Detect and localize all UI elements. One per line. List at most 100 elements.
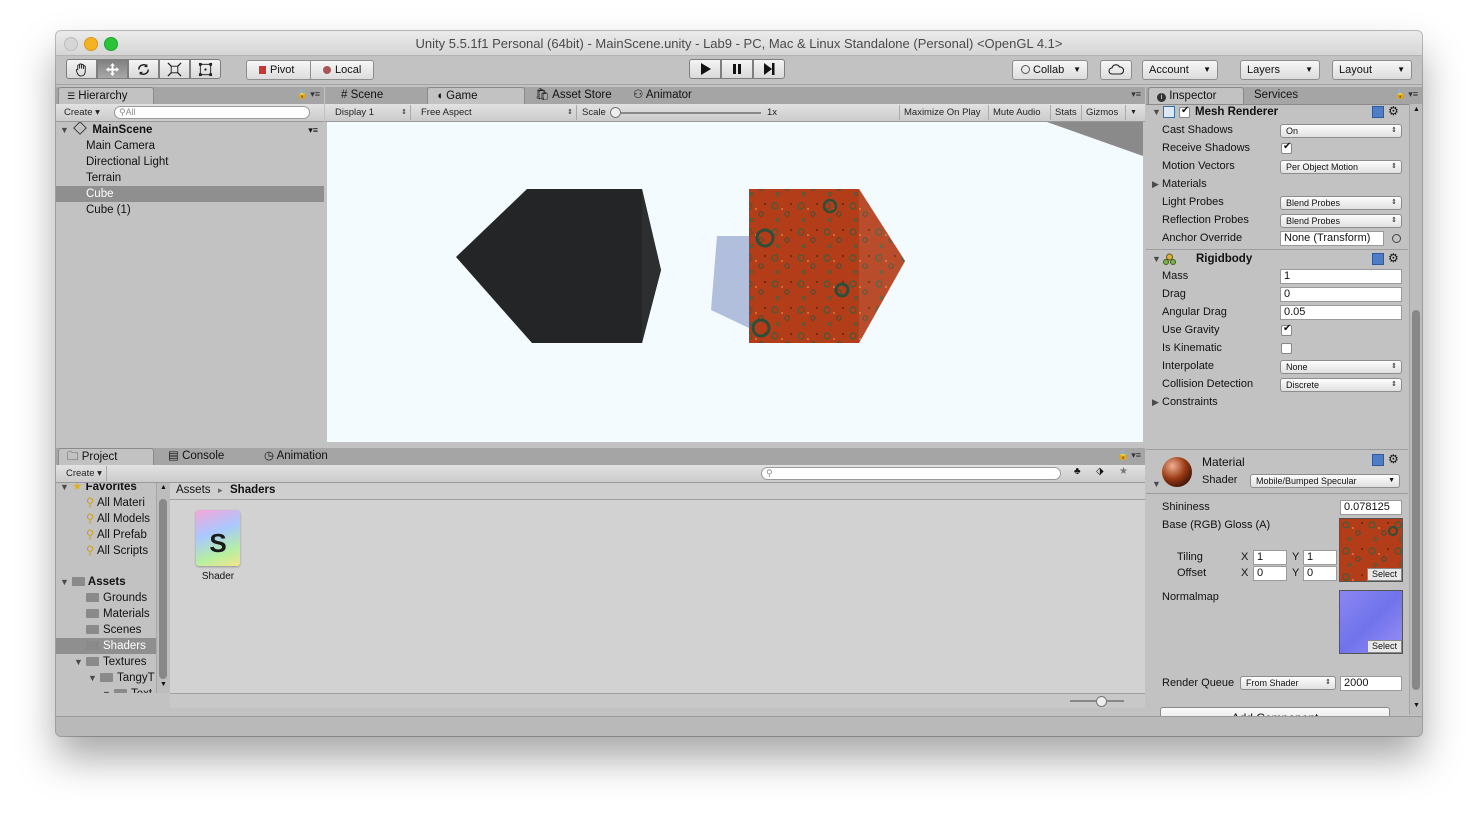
- favorite-item[interactable]: ⚲ All Materi: [86, 495, 156, 511]
- hand-tool-button[interactable]: [66, 59, 97, 79]
- rotate-tool-button[interactable]: [128, 59, 159, 79]
- gear-icon[interactable]: ⚙: [1388, 452, 1399, 466]
- local-toggle[interactable]: Local: [310, 60, 374, 80]
- maximize-on-play-toggle[interactable]: Maximize On Play: [899, 105, 985, 120]
- property-checkbox[interactable]: [1281, 343, 1292, 354]
- stats-toggle[interactable]: Stats: [1050, 105, 1081, 120]
- tab-animator[interactable]: ⚇ Animator: [625, 87, 725, 104]
- hierarchy-item[interactable]: Directional Light: [56, 154, 324, 170]
- panel-menu-icon[interactable]: ▾≡: [1131, 89, 1141, 100]
- favorites-row[interactable]: ▼ ★ Favorites: [56, 483, 156, 495]
- material-header[interactable]: ▼ Material Shader Mobile/Bumped Specular…: [1146, 451, 1408, 491]
- property-label[interactable]: ▶ Materials: [1152, 176, 1207, 193]
- panel-menu-icon[interactable]: 🔒 ▾≡: [1118, 450, 1141, 461]
- layout-dropdown[interactable]: Layout ▼: [1332, 60, 1412, 80]
- tiling-x-field[interactable]: 1: [1253, 550, 1287, 565]
- scale-tool-button[interactable]: [159, 59, 190, 79]
- aspect-dropdown[interactable]: Free Aspect ⇕: [417, 105, 577, 120]
- offset-y-field[interactable]: 0: [1303, 566, 1337, 581]
- panel-menu-icon[interactable]: 🔒 ▾≡: [297, 89, 320, 100]
- favorite-item[interactable]: ⚲ All Models: [86, 511, 156, 527]
- shader-asset[interactable]: S Shader: [196, 510, 240, 590]
- tab-console[interactable]: ▤ Console: [160, 448, 256, 465]
- folder-item[interactable]: Shaders: [56, 638, 156, 654]
- hierarchy-item[interactable]: Cube (1): [56, 202, 324, 218]
- assets-row[interactable]: ▼ Assets: [56, 574, 156, 590]
- folder-item[interactable]: Scenes: [56, 622, 156, 638]
- tab-animation[interactable]: ◷ Animation: [256, 448, 356, 465]
- normalmap-select-button[interactable]: Select: [1366, 640, 1402, 653]
- folder-item[interactable]: Materials: [56, 606, 156, 622]
- folder-item[interactable]: Grounds: [56, 590, 156, 606]
- property-dropdown[interactable]: Discrete ⇕: [1280, 378, 1402, 392]
- game-view[interactable]: [327, 122, 1143, 442]
- scene-root-row[interactable]: ▼ MainScene ▾≡: [56, 122, 324, 138]
- rect-tool-button[interactable]: [190, 59, 221, 79]
- folder-item[interactable]: ▼ Text: [56, 686, 156, 693]
- tab-inspector[interactable]: i Inspector: [1148, 87, 1244, 104]
- play-button[interactable]: [689, 59, 721, 79]
- hierarchy-item[interactable]: Cube: [56, 186, 324, 202]
- help-book-icon[interactable]: [1372, 454, 1384, 466]
- scale-slider-track[interactable]: [615, 112, 761, 114]
- breadcrumb-root[interactable]: Assets: [176, 484, 211, 496]
- scroll-down-icon[interactable]: ▼: [1413, 702, 1420, 709]
- panel-menu-icon[interactable]: 🔒 ▾≡: [1395, 89, 1418, 100]
- move-tool-button[interactable]: [97, 59, 128, 79]
- property-dropdown[interactable]: Per Object Motion ⇕: [1280, 160, 1402, 174]
- tab-scene[interactable]: # Scene: [333, 87, 423, 104]
- tab-services[interactable]: Services: [1246, 87, 1326, 104]
- pause-button[interactable]: [721, 59, 753, 79]
- scene-menu-icon[interactable]: ▾≡: [308, 122, 318, 138]
- gear-icon[interactable]: ⚙: [1388, 104, 1399, 118]
- help-book-icon[interactable]: [1372, 253, 1384, 265]
- tab-project[interactable]: 🗀 Project: [58, 448, 154, 465]
- project-create-button[interactable]: Create ▾: [62, 466, 107, 481]
- layers-dropdown[interactable]: Layers ▼: [1240, 60, 1320, 80]
- rigidbody-header[interactable]: ▼ Rigidbody ⚙: [1146, 250, 1408, 267]
- tiling-y-field[interactable]: 1: [1303, 550, 1337, 565]
- property-dropdown[interactable]: Blend Probes ⇕: [1280, 214, 1402, 228]
- hierarchy-search-input[interactable]: ⚲All: [114, 106, 310, 119]
- mesh-renderer-enabled-checkbox[interactable]: ✔: [1179, 105, 1190, 118]
- collab-dropdown[interactable]: Collab ▼: [1012, 60, 1088, 80]
- tab-asset-store[interactable]: 🛍 Asset Store: [527, 87, 625, 104]
- property-checkbox[interactable]: ✔: [1281, 323, 1292, 336]
- tab-hierarchy[interactable]: ☰ Hierarchy: [58, 87, 154, 104]
- object-field[interactable]: None (Transform): [1280, 231, 1384, 246]
- normalmap-slot[interactable]: Select: [1339, 590, 1403, 654]
- step-button[interactable]: [753, 59, 785, 79]
- object-picker-icon[interactable]: [1392, 234, 1401, 243]
- number-field[interactable]: 0: [1280, 287, 1402, 302]
- project-search-input[interactable]: ⚲: [761, 467, 1061, 480]
- base-texture-select-button[interactable]: Select: [1366, 568, 1402, 581]
- folder-item[interactable]: ▼ TangyT: [56, 670, 156, 686]
- scroll-down-icon[interactable]: ▼: [160, 681, 167, 688]
- hierarchy-item[interactable]: Terrain: [56, 170, 324, 186]
- shininess-field[interactable]: 0.078125: [1340, 500, 1402, 515]
- filter-label-icon[interactable]: ⬗: [1096, 466, 1104, 477]
- offset-x-field[interactable]: 0: [1253, 566, 1287, 581]
- inspector-scrollbar[interactable]: ▲ ▼: [1409, 104, 1422, 715]
- scroll-up-icon[interactable]: ▲: [1413, 106, 1420, 113]
- property-checkbox[interactable]: ✔: [1281, 141, 1292, 154]
- star-icon[interactable]: ★: [1119, 466, 1128, 477]
- property-label[interactable]: ▶ Constraints: [1152, 394, 1218, 411]
- render-queue-dropdown[interactable]: From Shader ⇕: [1240, 676, 1336, 690]
- folder-tree-scroll-thumb[interactable]: [159, 499, 167, 679]
- number-field[interactable]: 1: [1280, 269, 1402, 284]
- scale-slider-thumb[interactable]: [610, 107, 621, 118]
- gizmos-dropdown-icon[interactable]: ▼: [1125, 105, 1141, 120]
- shader-dropdown[interactable]: Mobile/Bumped Specular ▼: [1250, 474, 1400, 488]
- icon-size-slider-thumb[interactable]: [1096, 696, 1107, 707]
- gear-icon[interactable]: ⚙: [1388, 251, 1399, 265]
- hierarchy-item[interactable]: Main Camera: [56, 138, 324, 154]
- favorite-item[interactable]: ⚲ All Scripts: [86, 543, 156, 559]
- number-field[interactable]: 0.05: [1280, 305, 1402, 320]
- inspector-scroll-thumb[interactable]: [1412, 310, 1420, 690]
- tab-game[interactable]: ◖ Game: [427, 87, 525, 104]
- scroll-up-icon[interactable]: ▲: [160, 484, 167, 491]
- cloud-button[interactable]: [1100, 60, 1132, 80]
- folder-item[interactable]: ▼ Textures: [56, 654, 156, 670]
- favorite-item[interactable]: ⚲ All Prefab: [86, 527, 156, 543]
